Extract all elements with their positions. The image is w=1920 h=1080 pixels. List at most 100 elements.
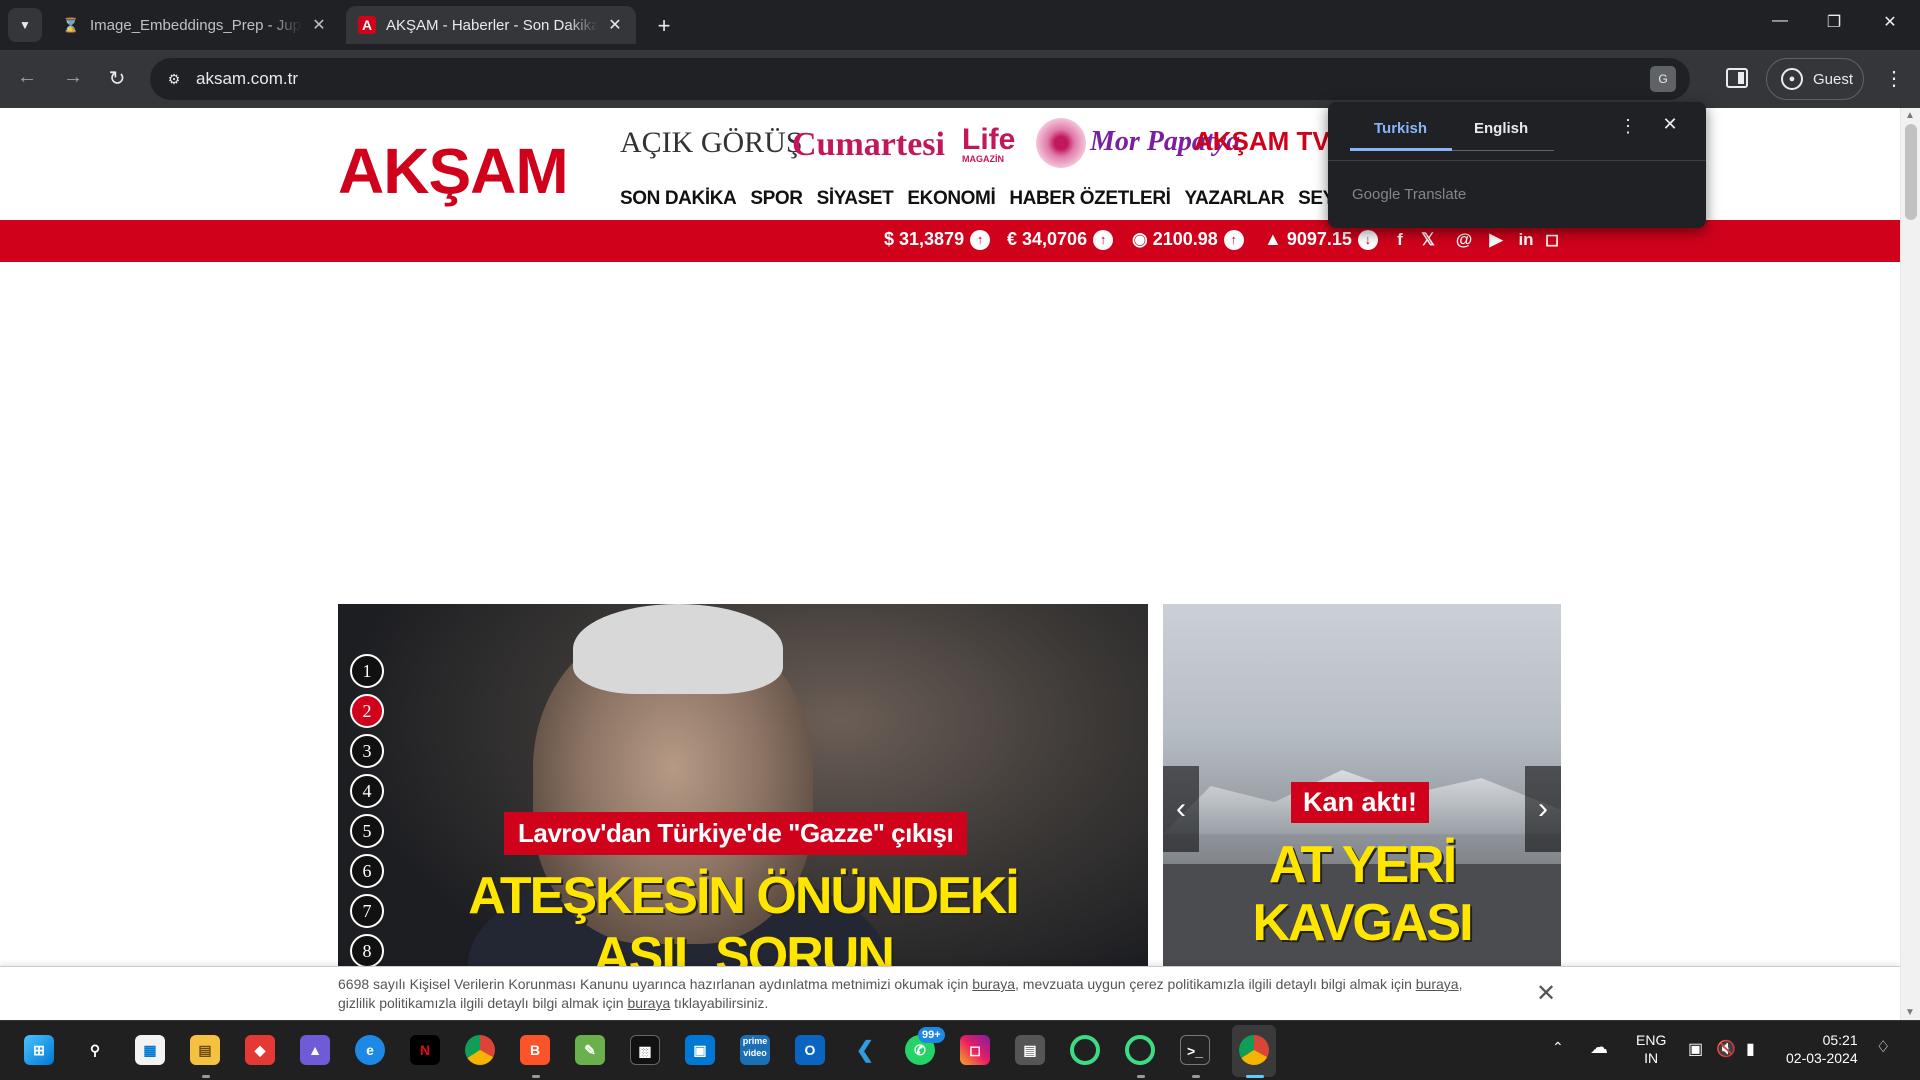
threads-icon[interactable]: @ [1452, 230, 1476, 250]
side-slider[interactable]: ‹ › Kan aktı! AT YERİ KAVGASI [1163, 604, 1561, 1020]
eur-rate[interactable]: € 34,0706 ↑ [1007, 229, 1114, 250]
terminal-icon[interactable]: ▩ [630, 1035, 660, 1065]
scroll-thumb[interactable] [1905, 124, 1917, 220]
cookie-link-privacy-policy[interactable]: buraya [627, 995, 670, 1011]
instagram-app-icon[interactable]: ◻ [960, 1035, 990, 1065]
notepad-icon[interactable]: ✎ [575, 1035, 605, 1065]
prime-video-icon[interactable]: prime video [740, 1035, 770, 1065]
facebook-icon[interactable]: f [1388, 230, 1412, 250]
search-icon[interactable]: ⚲ [80, 1035, 110, 1065]
brand-cumartesi[interactable]: Cumartesi [792, 126, 945, 164]
microsoft-store-icon[interactable]: ▦ [135, 1035, 165, 1065]
chrome-icon[interactable] [465, 1035, 495, 1065]
notification-bell-icon[interactable]: ♢ [1876, 1037, 1890, 1057]
side-tag[interactable]: Kan aktı! [1291, 782, 1430, 823]
battery-icon[interactable]: ▮ [1746, 1039, 1755, 1059]
side-headline[interactable]: AT YERİ KAVGASI [1163, 836, 1561, 952]
forward-icon[interactable]: → [60, 66, 86, 89]
loading-ring-icon[interactable] [1070, 1035, 1100, 1065]
slide-dot-active[interactable]: 2 [350, 694, 384, 728]
site-logo[interactable]: AKŞAM [338, 134, 569, 208]
menu-yazarlar[interactable]: YAZARLAR [1185, 188, 1285, 210]
outlook-icon[interactable]: O [795, 1035, 825, 1065]
remote-desktop-icon[interactable]: ▣ [685, 1035, 715, 1065]
windows-start-icon[interactable]: ⊞ [24, 1035, 54, 1065]
brand-acik-gorus[interactable]: AÇIK GÖRÜŞ [620, 126, 803, 160]
profile-button[interactable]: ● Guest [1766, 58, 1864, 100]
clock[interactable]: 05:21 02-03-2024 [1786, 1031, 1858, 1067]
close-tab-icon[interactable]: ✕ [310, 15, 328, 35]
loading-ring-icon-2[interactable] [1125, 1035, 1155, 1065]
app-purple-icon[interactable]: ▲ [300, 1035, 330, 1065]
onedrive-icon[interactable]: ☁ [1590, 1037, 1608, 1058]
usd-rate[interactable]: $ 31,3879 ↑ [884, 229, 991, 250]
profile-label: Guest [1813, 70, 1854, 88]
scroll-down-icon[interactable]: ▼ [1905, 1007, 1915, 1018]
vscode-icon[interactable]: ❮ [850, 1035, 880, 1065]
close-tab-icon[interactable]: ✕ [606, 15, 624, 35]
file-explorer-icon[interactable]: ▤ [190, 1035, 220, 1065]
gold-rate[interactable]: ◉ 2100.98 ↑ [1132, 229, 1244, 250]
page-scrollbar[interactable]: ▲ ▼ [1900, 108, 1920, 1020]
hero-tag[interactable]: Lavrov'dan Türkiye'de "Gazze" çıkışı [504, 812, 968, 855]
tab-search-button[interactable]: ▼ [8, 8, 42, 42]
cookie-link-cookie-policy[interactable]: buraya [1416, 976, 1459, 992]
translate-icon[interactable]: G [1650, 66, 1676, 92]
chrome-active-icon[interactable] [1239, 1035, 1269, 1065]
chevron-up-icon[interactable]: ⌃ [1552, 1039, 1564, 1056]
slide-dot[interactable]: 3 [350, 734, 384, 768]
menu-spor[interactable]: SPOR [750, 188, 803, 210]
address-bar[interactable]: ⚙ aksam.com.tr G [150, 58, 1690, 100]
slide-dot[interactable]: 1 [350, 654, 384, 688]
app-window-icon[interactable]: ▤ [1015, 1035, 1045, 1065]
brand-aksam-tv[interactable]: AKŞAM TV [1194, 126, 1330, 157]
translate-source-tab[interactable]: Turkish [1374, 120, 1427, 137]
close-window-icon[interactable]: ✕ [1878, 12, 1902, 32]
slide-dot[interactable]: 4 [350, 774, 384, 808]
new-tab-button[interactable]: + [652, 13, 676, 39]
netflix-icon[interactable]: N [410, 1035, 440, 1065]
running-indicator [202, 1075, 210, 1078]
brave-icon[interactable]: B [520, 1035, 550, 1065]
cookie-close-icon[interactable]: ✕ [1534, 979, 1558, 1008]
translate-close-icon[interactable]: ✕ [1660, 114, 1680, 135]
powershell-icon[interactable]: >_ [1180, 1035, 1210, 1065]
edge-icon[interactable]: e [355, 1035, 385, 1065]
menu-siyaset[interactable]: SİYASET [817, 188, 894, 210]
browser-menu-icon[interactable]: ⋮ [1884, 66, 1904, 91]
volume-muted-icon[interactable]: 🔇 [1716, 1039, 1736, 1059]
scroll-up-icon[interactable]: ▲ [1905, 110, 1915, 121]
tab-aksam[interactable]: A AKŞAM - Haberler - Son Dakika ✕ [346, 6, 636, 44]
flower-icon[interactable] [1036, 118, 1086, 168]
language-indicator[interactable]: ENG IN [1636, 1031, 1666, 1067]
site-info-icon[interactable]: ⚙ [162, 67, 186, 91]
tab-jupyter[interactable]: ⌛ Image_Embeddings_Prep - Jupyter ✕ [50, 6, 340, 44]
menu-son-dakika[interactable]: SON DAKİKA [620, 188, 737, 210]
hero-slider[interactable]: 1 2 3 4 5 6 7 8 Lavrov'dan Türkiye'de "G… [338, 604, 1148, 1020]
slide-dot[interactable]: 5 [350, 814, 384, 848]
language-code: ENG [1636, 1032, 1667, 1048]
bist-rate[interactable]: ▲ 9097.15 ↓ [1264, 229, 1378, 250]
web-page: AKŞAM AÇIK GÖRÜŞ Cumartesi Life MAGAZİN … [0, 108, 1920, 1020]
back-icon[interactable]: ← [14, 66, 40, 89]
youtube-icon[interactable]: ▶ [1484, 230, 1508, 250]
hero-photo-hair [573, 604, 783, 694]
menu-haber-ozetleri[interactable]: HABER ÖZETLERİ [1009, 188, 1171, 210]
x-twitter-icon[interactable]: 𝕏 [1416, 230, 1440, 250]
minimize-icon[interactable]: — [1768, 12, 1792, 30]
linkedin-icon[interactable]: in [1514, 230, 1538, 250]
restore-icon[interactable]: ❐ [1822, 12, 1846, 32]
url-text[interactable]: aksam.com.tr [196, 69, 298, 89]
app-red-diamond-icon[interactable]: ◆ [245, 1035, 275, 1065]
instagram-icon[interactable]: ◻ [1540, 230, 1564, 250]
aksam-favicon: A [358, 16, 376, 34]
reload-icon[interactable]: ↻ [104, 66, 130, 91]
brand-life-magazin[interactable]: Life MAGAZİN [962, 123, 1016, 165]
menu-ekonomi[interactable]: EKONOMİ [907, 188, 995, 210]
network-icon[interactable]: ▣ [1688, 1039, 1703, 1059]
cookie-link-privacy-notice[interactable]: buraya [972, 976, 1015, 992]
translate-options-icon[interactable]: ⋮ [1618, 116, 1638, 137]
brand-life-text: Life [962, 123, 1016, 156]
side-panel-icon[interactable] [1726, 68, 1748, 88]
translate-target-tab[interactable]: English [1474, 120, 1528, 137]
